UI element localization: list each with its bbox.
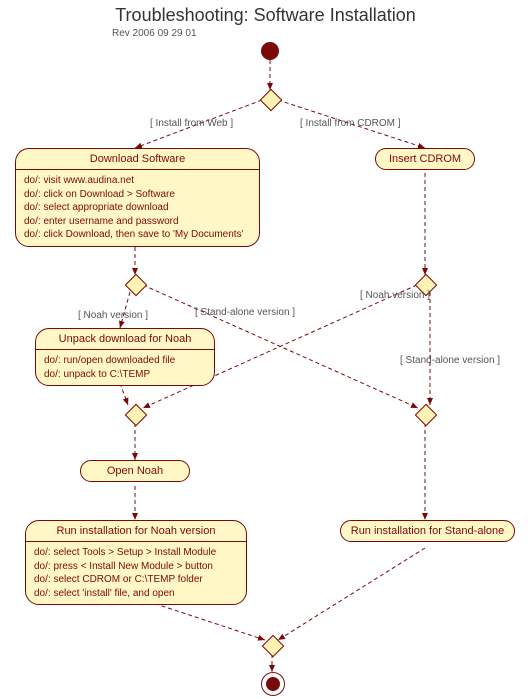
activity-body: do/: select Tools > Setup > Install Modu… <box>26 542 246 604</box>
activity-step: do/: select Tools > Setup > Install Modu… <box>34 546 238 560</box>
activity-title: Download Software <box>16 149 259 170</box>
guard-standalone-left: [ Stand-alone version ] <box>195 307 295 318</box>
activity-title: Run installation for Noah version <box>26 521 246 542</box>
guard-noah-left: [ Noah version ] <box>78 310 148 321</box>
activity-body: do/: run/open downloaded file do/: unpac… <box>36 350 214 385</box>
activity-title: Open Noah <box>81 461 189 481</box>
activity-step: do/: click Download, then save to 'My Do… <box>24 228 251 242</box>
diagram-canvas: Troubleshooting: Software Installation R… <box>0 0 531 699</box>
activity-title: Insert CDROM <box>376 149 474 169</box>
activity-step: do/: press < Install New Module > button <box>34 560 238 574</box>
decision-install-source <box>260 89 283 112</box>
activity-title: Unpack download for Noah <box>36 329 214 350</box>
activity-step: do/: unpack to C:\TEMP <box>44 368 206 382</box>
final-node-inner <box>266 677 280 691</box>
revision-label: Rev 2006 09 29 01 <box>112 28 197 39</box>
merge-standalone <box>415 404 438 427</box>
initial-node <box>261 42 279 60</box>
merge-noah <box>125 404 148 427</box>
activity-title: Run installation for Stand-alone <box>341 521 514 541</box>
activity-step: do/: select appropriate download <box>24 201 251 215</box>
decision-download-branch <box>125 274 148 297</box>
activity-step: do/: visit www.audina.net <box>24 174 251 188</box>
activity-download-software: Download Software do/: visit www.audina.… <box>15 148 260 247</box>
activity-body: do/: visit www.audina.net do/: click on … <box>16 170 259 246</box>
activity-step: do/: select 'install' file, and open <box>34 587 238 601</box>
activity-unpack-noah: Unpack download for Noah do/: run/open d… <box>35 328 215 386</box>
activity-run-standalone: Run installation for Stand-alone <box>340 520 515 542</box>
guard-install-web: [ Install from Web ] <box>150 118 233 129</box>
guard-noah-right: [ Noah version ] <box>360 290 430 301</box>
activity-run-noah-install: Run installation for Noah version do/: s… <box>25 520 247 605</box>
activity-insert-cdrom: Insert CDROM <box>375 148 475 170</box>
activity-open-noah: Open Noah <box>80 460 190 482</box>
final-node <box>261 672 285 696</box>
activity-step: do/: run/open downloaded file <box>44 354 206 368</box>
diagram-title: Troubleshooting: Software Installation <box>0 5 531 26</box>
activity-step: do/: click on Download > Software <box>24 188 251 202</box>
activity-step: do/: select CDROM or C:\TEMP folder <box>34 573 238 587</box>
activity-step: do/: enter username and password <box>24 215 251 229</box>
guard-standalone-right: [ Stand-alone version ] <box>400 355 500 366</box>
merge-final <box>262 635 285 658</box>
guard-install-cd: [ Install from CDROM ] <box>300 118 401 129</box>
